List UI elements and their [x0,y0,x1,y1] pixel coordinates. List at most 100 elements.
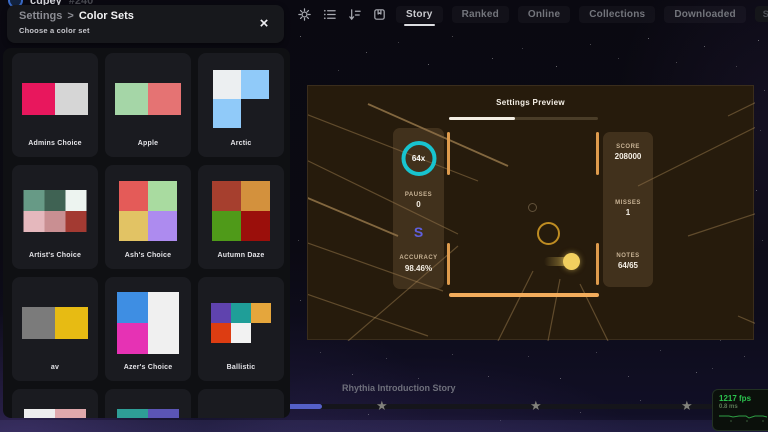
color-swatches [117,409,179,418]
settings-gear-icon[interactable] [296,6,312,22]
accuracy-label: ACCURACY [393,255,444,261]
score-label: SCORE [603,144,653,150]
color-set-card[interactable]: av [12,277,98,381]
stats-panel-left: 64x PAUSES 0 S ACCURACY 98.46% [393,128,444,289]
color-set-name: Artist's Choice [12,252,98,259]
speed-lines [308,86,755,341]
color-swatch [241,211,270,241]
star-icon: ★ [376,398,388,414]
star-icon: ★ [681,398,693,414]
play-area-border-right-top [596,132,599,175]
color-swatches [117,292,179,354]
pauses-label: PAUSES [393,192,444,198]
color-swatches [119,181,177,241]
color-swatches [115,83,181,115]
color-swatch [24,190,45,211]
fps-value: 1217 fps [719,394,767,403]
preview-progress-fill [449,117,515,120]
color-swatch [55,83,88,115]
color-swatch [117,409,148,418]
misses-label: MISSES [603,200,653,206]
breadcrumb: Settings > Color Sets [19,10,134,22]
color-swatches [22,307,88,339]
dialog-subtitle: Choose a color set [19,26,90,35]
tab-downloaded[interactable]: Downloaded [664,6,745,23]
color-sets-dialog: Settings > Color Sets Choose a color set… [0,0,291,432]
settings-preview-panel: Settings Preview 64x PAUSES 0 S ACCURACY… [307,85,754,340]
color-set-name: Azer's Choice [105,364,191,371]
bookmark-icon[interactable] [371,6,387,22]
color-set-grid: Admins ChoiceAppleArctic Artist's Choice A… [12,53,284,418]
score-value: 208000 [603,152,653,161]
color-set-card[interactable]: Arctic [198,53,284,157]
preview-progress-bar [449,117,598,120]
color-swatch [22,307,55,339]
color-set-card[interactable]: Apple [105,53,191,157]
rank-grade: S [393,224,444,240]
dialog-body: Admins ChoiceAppleArctic Artist's Choice A… [3,48,290,418]
color-swatch [148,323,179,354]
color-swatch [231,303,251,323]
color-swatch [117,323,148,354]
color-swatch [241,181,270,211]
color-swatch [24,211,45,232]
song-title: Rhythia Introduction Story [342,383,456,393]
notes-value: 64/65 [603,261,653,270]
color-set-card[interactable]: Admins Choice [12,53,98,157]
list-view-icon[interactable] [321,6,337,22]
color-set-card[interactable]: Autumn Daze [198,165,284,269]
play-area-border-left-bottom [447,243,450,285]
note-ring [537,222,560,245]
accuracy-value: 98.46% [393,264,444,273]
star-icon: ★ [530,398,542,414]
color-swatch [115,83,148,115]
color-swatch [55,409,86,418]
cursor-note [563,253,580,270]
tab-online[interactable]: Online [518,6,570,23]
sort-descending-icon[interactable] [346,6,362,22]
color-swatch [117,292,148,323]
color-swatch [66,190,87,211]
color-swatches [211,303,271,343]
fps-counter: 1217 fps 0.8 ms [712,389,768,431]
misses-value: 1 [603,208,653,217]
top-nav: Story Ranked Online Collections Download… [296,4,768,24]
breadcrumb-settings[interactable]: Settings [19,10,62,22]
color-set-card[interactable] [198,389,284,418]
color-swatch [148,292,179,323]
tab-story[interactable]: Story [396,6,443,23]
color-swatch [241,70,269,99]
tab-ranked[interactable]: Ranked [452,6,509,23]
notes-label: NOTES [603,253,653,259]
close-icon[interactable]: × [254,13,274,33]
color-swatch [231,323,251,343]
color-swatch [24,409,55,418]
color-set-card[interactable] [12,389,98,418]
color-swatch [148,409,179,418]
play-area-border-right-bottom [596,243,599,285]
color-swatch [148,83,181,115]
pauses-value: 0 [393,200,444,209]
color-swatch [211,323,231,343]
color-set-card[interactable]: Artist's Choice [12,165,98,269]
color-swatch [45,190,66,211]
color-set-name: Ballistic [198,364,284,371]
page-title: Color Sets [79,10,134,22]
color-swatch [213,99,241,128]
color-swatch [212,181,241,211]
color-swatches [213,70,269,128]
color-swatch [66,211,87,232]
color-set-card[interactable]: Azer's Choice [105,277,191,381]
stats-panel-right: SCORE 208000 MISSES 1 NOTES 64/65 [603,132,653,287]
color-swatches [212,181,270,241]
fps-sparkline [719,411,767,423]
color-set-card[interactable] [105,389,191,418]
color-set-name: av [12,364,98,371]
color-swatches [22,83,88,115]
play-area-border-left-top [447,132,450,175]
color-set-card[interactable]: Ballistic [198,277,284,381]
search-map-input[interactable] [755,6,768,22]
color-swatches [24,190,87,232]
color-set-card[interactable]: Ash's Choice [105,165,191,269]
tab-collections[interactable]: Collections [579,6,655,23]
